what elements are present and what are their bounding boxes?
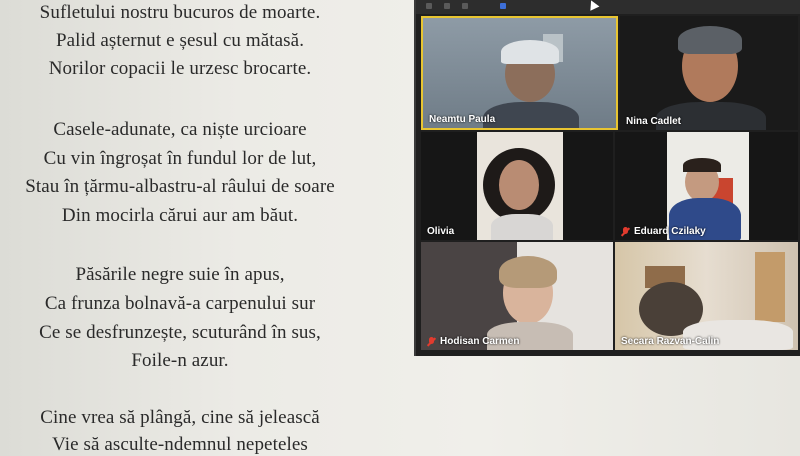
participant-name: Hodisan Carmen	[440, 336, 520, 347]
muted-mic-icon	[621, 226, 630, 237]
poem-line: Cine vrea să plângă, cine să jelească	[40, 407, 320, 428]
participant-name: Nina Cadlet	[626, 116, 682, 127]
participant-name-label: Neamtu Paula	[429, 114, 495, 125]
participant-name: Secara Razvan-Calin	[621, 336, 720, 347]
participant-name-label: Eduard Czilaky	[621, 226, 706, 237]
video-tile-nina-cadlet[interactable]: Nina Cadlet	[620, 16, 798, 130]
video-tile-hodisan-carmen[interactable]: Hodisan Carmen	[421, 242, 613, 350]
poem-line: Norilor copacii le urzesc brocarte.	[48, 58, 312, 79]
toolbar-icon[interactable]	[444, 3, 450, 9]
grid-view-icon[interactable]	[500, 3, 506, 9]
participant-name-label: Nina Cadlet	[626, 116, 681, 127]
toolbar-icon[interactable]	[462, 3, 468, 9]
participant-name-label: Secara Razvan-Calin	[621, 336, 719, 347]
poem-line: Ce se desfrunzește, scuturând în sus,	[39, 322, 321, 343]
poem-line: Palid așternut e șesul cu mătasă.	[55, 30, 305, 51]
poem-line: Vie să asculte-ndemnul nepeteles	[52, 434, 308, 455]
participant-name-label: Olivia	[427, 226, 454, 237]
poem-line: Păsările negre suie în apus,	[75, 264, 285, 285]
poem-line: Casele-adunate, ca niște urcioare	[53, 119, 307, 140]
gallery-toolbar	[416, 0, 800, 14]
poem-line: Cu vin îngroșat în fundul lor de lut,	[43, 148, 317, 169]
poem-line: Sufletului nostru bucuros de moarte.	[39, 2, 321, 23]
poem-line: Din mocirla cărui aur am băut.	[61, 205, 299, 226]
video-tile-eduard-czilaky[interactable]: Eduard Czilaky	[615, 132, 798, 240]
video-gallery-window: Neamtu Paula Nina Cadlet Olivia Eduard C…	[414, 0, 800, 356]
participant-name: Eduard Czilaky	[634, 226, 706, 237]
poem-text: Sufletului nostru bucuros de moarte. Pal…	[0, 0, 415, 455]
poem-line: Foile-n azur.	[131, 350, 229, 371]
video-tile-neamtu-paula[interactable]: Neamtu Paula	[421, 16, 618, 130]
participant-name: Neamtu Paula	[429, 114, 496, 125]
toolbar-icon[interactable]	[426, 3, 432, 9]
participant-name-label: Hodisan Carmen	[427, 336, 519, 347]
video-tile-secara-razvan-calin[interactable]: Secara Razvan-Calin	[615, 242, 798, 350]
muted-mic-icon	[427, 336, 436, 347]
poem-line: Stau în țărmu-albastru-al râului de soar…	[25, 176, 335, 197]
poem-line: Ca frunza bolnavă-a carpenului sur	[44, 293, 316, 314]
participant-name: Olivia	[427, 226, 455, 237]
video-tile-olivia[interactable]: Olivia	[421, 132, 613, 240]
